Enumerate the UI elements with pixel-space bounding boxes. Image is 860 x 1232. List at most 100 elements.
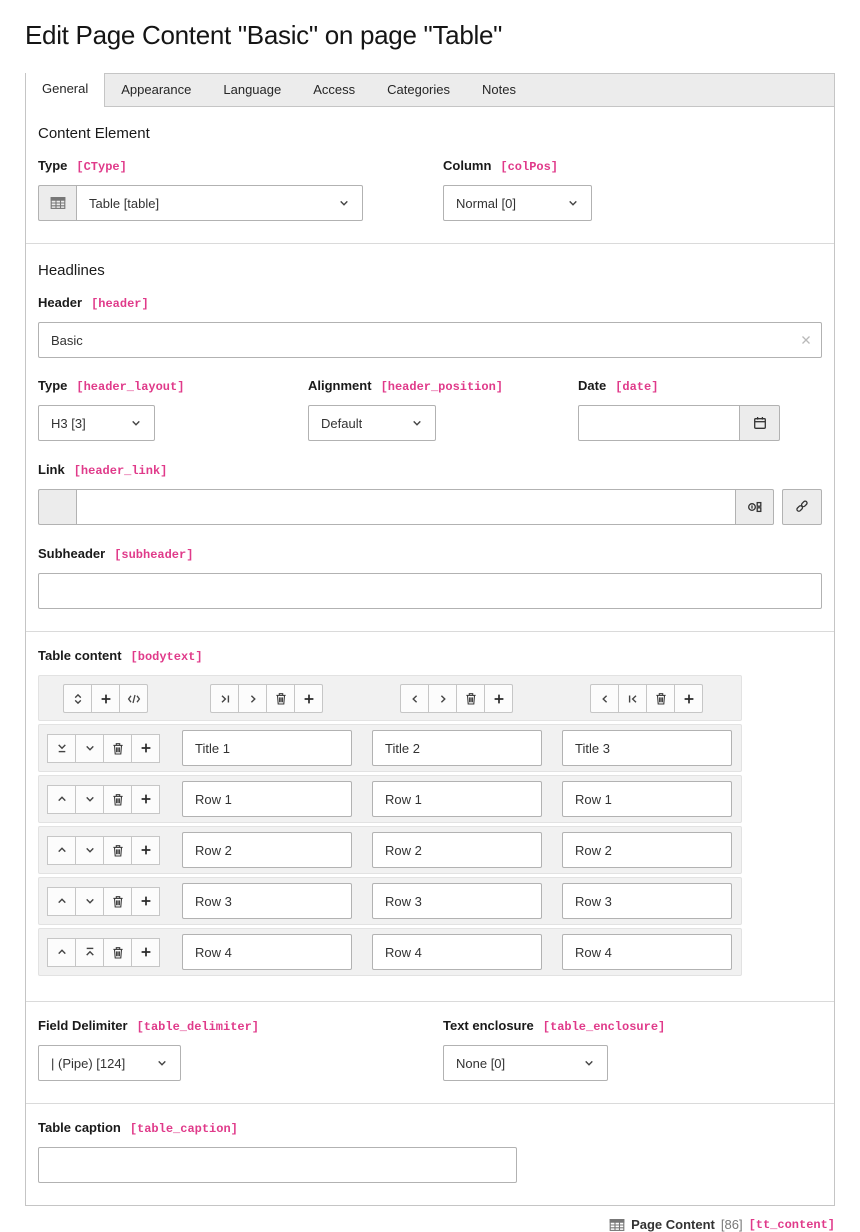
header-layout-select[interactable]: H3 [3] [38, 405, 155, 441]
add-button[interactable] [91, 684, 120, 713]
add-row-button[interactable] [131, 938, 160, 967]
move-row-up-button[interactable] [47, 887, 76, 916]
move-row-down-button[interactable] [75, 734, 104, 763]
table-enclosure-select[interactable]: None [0] [443, 1045, 608, 1081]
delete-row-button[interactable] [103, 836, 132, 865]
table-cell-input[interactable] [562, 832, 732, 868]
add-column-button[interactable] [294, 684, 323, 713]
add-column-button[interactable] [674, 684, 703, 713]
table-cell-input[interactable] [562, 934, 732, 970]
chevron-up-icon [56, 946, 68, 958]
table-cell-input[interactable] [562, 883, 732, 919]
move-column-left-button[interactable] [400, 684, 429, 713]
add-row-button[interactable] [131, 887, 160, 916]
header-position-select[interactable]: Default [308, 405, 436, 441]
table-cell-input[interactable] [182, 832, 352, 868]
table-cell-input[interactable] [182, 781, 352, 817]
field-label: Date [578, 378, 606, 393]
chevron-right-icon [247, 693, 259, 705]
move-row-down-button[interactable] [75, 785, 104, 814]
move-row-down-button[interactable] [75, 887, 104, 916]
ctype-select[interactable]: Table [table] [76, 185, 363, 221]
move-column-to-end-button[interactable] [210, 684, 239, 713]
tab-notes[interactable]: Notes [466, 74, 532, 106]
tab-appearance[interactable]: Appearance [105, 74, 207, 106]
reorder-button[interactable] [63, 684, 92, 713]
edit-document: Edit Page Content "Basic" on page "Table… [0, 20, 860, 1232]
field-label: Column [443, 158, 491, 173]
field-label: Field Delimiter [38, 1018, 128, 1033]
colpos-select[interactable]: Normal [0] [443, 185, 592, 221]
move-row-up-button[interactable] [47, 785, 76, 814]
row-controls [48, 734, 164, 763]
table-row [38, 724, 742, 772]
toolbar-column1-group [210, 684, 323, 713]
delete-column-button[interactable] [456, 684, 485, 713]
trash-icon [112, 946, 124, 959]
section-table-content: Table content [bodytext] [26, 631, 834, 1001]
move-row-to-top-button[interactable] [75, 938, 104, 967]
move-row-up-button[interactable] [47, 938, 76, 967]
table-delimiter-select[interactable]: | (Pipe) [124] [38, 1045, 181, 1081]
header-link-input[interactable] [76, 489, 736, 525]
table-cell-input[interactable] [372, 934, 542, 970]
table-cell-input[interactable] [372, 832, 542, 868]
link-wizard-button[interactable] [782, 489, 822, 525]
table-cell-input[interactable] [182, 730, 352, 766]
move-column-right-button[interactable] [238, 684, 267, 713]
field-tag: [table_caption] [130, 1122, 238, 1136]
move-row-to-bottom-button[interactable] [47, 734, 76, 763]
field-label: Alignment [308, 378, 372, 393]
section-heading: Headlines [38, 262, 822, 279]
move-column-left-button[interactable] [590, 684, 619, 713]
table-cell-input[interactable] [372, 781, 542, 817]
table-cell-input[interactable] [372, 883, 542, 919]
plus-icon [100, 693, 112, 705]
chevron-right-icon [437, 693, 449, 705]
table-wizard [38, 675, 742, 976]
code-view-button[interactable] [119, 684, 148, 713]
move-row-to-bottom-icon [56, 742, 68, 754]
link-browser-button[interactable] [736, 489, 774, 525]
table-cell-input[interactable] [372, 730, 542, 766]
toolbar-column2-group [400, 684, 513, 713]
clear-icon[interactable] [800, 334, 812, 346]
add-column-button[interactable] [484, 684, 513, 713]
link-icon [795, 500, 809, 514]
delete-row-button[interactable] [103, 734, 132, 763]
tab-general[interactable]: General [25, 73, 105, 107]
date-picker-button[interactable] [740, 405, 780, 441]
field-ctype: Type [CType] Table [table] [38, 158, 443, 221]
tab-access[interactable]: Access [297, 74, 371, 106]
table-cell-input[interactable] [182, 883, 352, 919]
move-column-right-button[interactable] [428, 684, 457, 713]
header-input[interactable] [38, 322, 822, 358]
delete-row-button[interactable] [103, 938, 132, 967]
tab-categories[interactable]: Categories [371, 74, 466, 106]
table-cell-input[interactable] [562, 730, 732, 766]
section-table-caption: Table caption [table_caption] [26, 1103, 834, 1205]
trash-icon [112, 793, 124, 806]
delete-column-button[interactable] [266, 684, 295, 713]
move-column-to-start-button[interactable] [618, 684, 647, 713]
tab-language[interactable]: Language [207, 74, 297, 106]
add-row-button[interactable] [131, 836, 160, 865]
trash-icon [465, 692, 477, 705]
plus-icon [303, 693, 315, 705]
trash-icon [275, 692, 287, 705]
add-row-button[interactable] [131, 785, 160, 814]
subheader-input[interactable] [38, 573, 822, 609]
add-row-button[interactable] [131, 734, 160, 763]
field-label: Header [38, 295, 82, 310]
table-row [38, 928, 742, 976]
move-row-up-button[interactable] [47, 836, 76, 865]
table-cell-input[interactable] [562, 781, 732, 817]
move-row-down-button[interactable] [75, 836, 104, 865]
table-cell-input[interactable] [182, 934, 352, 970]
delete-row-button[interactable] [103, 887, 132, 916]
delete-row-button[interactable] [103, 785, 132, 814]
delete-column-button[interactable] [646, 684, 675, 713]
move-column-to-start-icon [627, 693, 639, 705]
table-caption-input[interactable] [38, 1147, 517, 1183]
date-input[interactable] [578, 405, 740, 441]
